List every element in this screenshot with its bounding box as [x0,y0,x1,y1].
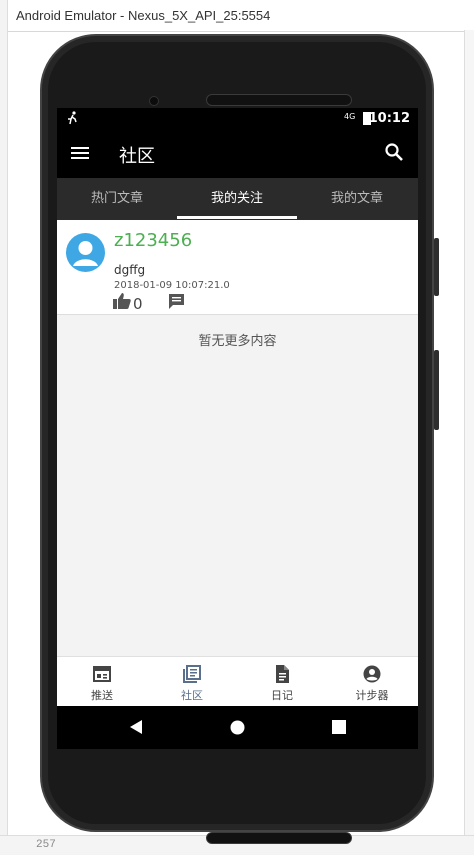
avatar[interactable] [66,233,105,272]
account-circle-icon [363,665,381,683]
document-icon [276,665,289,683]
back-icon[interactable] [129,720,143,734]
speaker-grille-top [206,94,352,106]
page-title: 社区 [119,146,155,167]
tab-my-articles[interactable]: 我的文章 [297,178,417,220]
post-author[interactable]: z123456 [114,230,192,251]
ide-right-edge [464,30,474,855]
nav-item-push[interactable]: 推送 [57,657,147,707]
tab-following[interactable]: 我的关注 [177,178,297,220]
no-more-content-text: 暂无更多内容 [198,334,277,349]
nav-item-pedometer[interactable]: 计步器 [327,657,417,707]
camera [149,96,159,106]
recents-icon[interactable] [332,720,346,734]
nav-item-diary[interactable]: 日记 [237,657,327,707]
menu-icon[interactable] [71,144,91,164]
volume-button[interactable] [434,350,439,430]
nav-label-community: 社区 [181,689,203,702]
tab-indicator [177,216,297,219]
thumbs-up-icon[interactable] [113,293,131,309]
tab-hot-articles[interactable]: 热门文章 [57,178,177,220]
home-icon[interactable] [230,720,245,735]
system-navigation-bar [57,706,418,749]
post-timestamp: 2018-01-09 10:07:21.0 [114,280,230,291]
bottom-navigation: 推送 社区 日记 计步器 [57,656,418,706]
post-content: dgffg [114,263,146,277]
emulator-window-titlebar: Android Emulator - Nexus_5X_API_25:5554 [0,0,474,32]
app-toolbar: 社区 [57,130,418,178]
runner-icon [67,111,79,128]
like-count: 0 [133,295,143,313]
post-card[interactable]: z123456 dgffg 2018-01-09 10:07:21.0 0 [57,220,418,315]
calendar-icon [93,666,111,682]
device-screen: 4G 10:12 社区 热门文章 我的关注 我的文章 z123456 dgffg… [57,108,418,749]
ide-left-edge [0,0,8,855]
power-button[interactable] [434,238,439,296]
library-books-icon [183,665,201,683]
nav-item-community[interactable]: 社区 [147,657,237,707]
tab-bar: 热门文章 我的关注 我的文章 [57,178,418,220]
window-title: Android Emulator - Nexus_5X_API_25:5554 [16,8,271,23]
status-bar: 4G 10:12 [57,108,418,130]
search-icon[interactable] [384,142,404,164]
speaker-grille-bottom [206,832,352,844]
nav-label-diary: 日记 [271,689,293,702]
nav-label-pedometer: 计步器 [355,689,389,702]
network-label: 4G [344,112,356,121]
nav-label-push: 推送 [91,689,113,702]
comment-icon[interactable] [169,294,184,309]
clock: 10:12 [368,111,410,126]
line-number: 257 [36,839,56,851]
